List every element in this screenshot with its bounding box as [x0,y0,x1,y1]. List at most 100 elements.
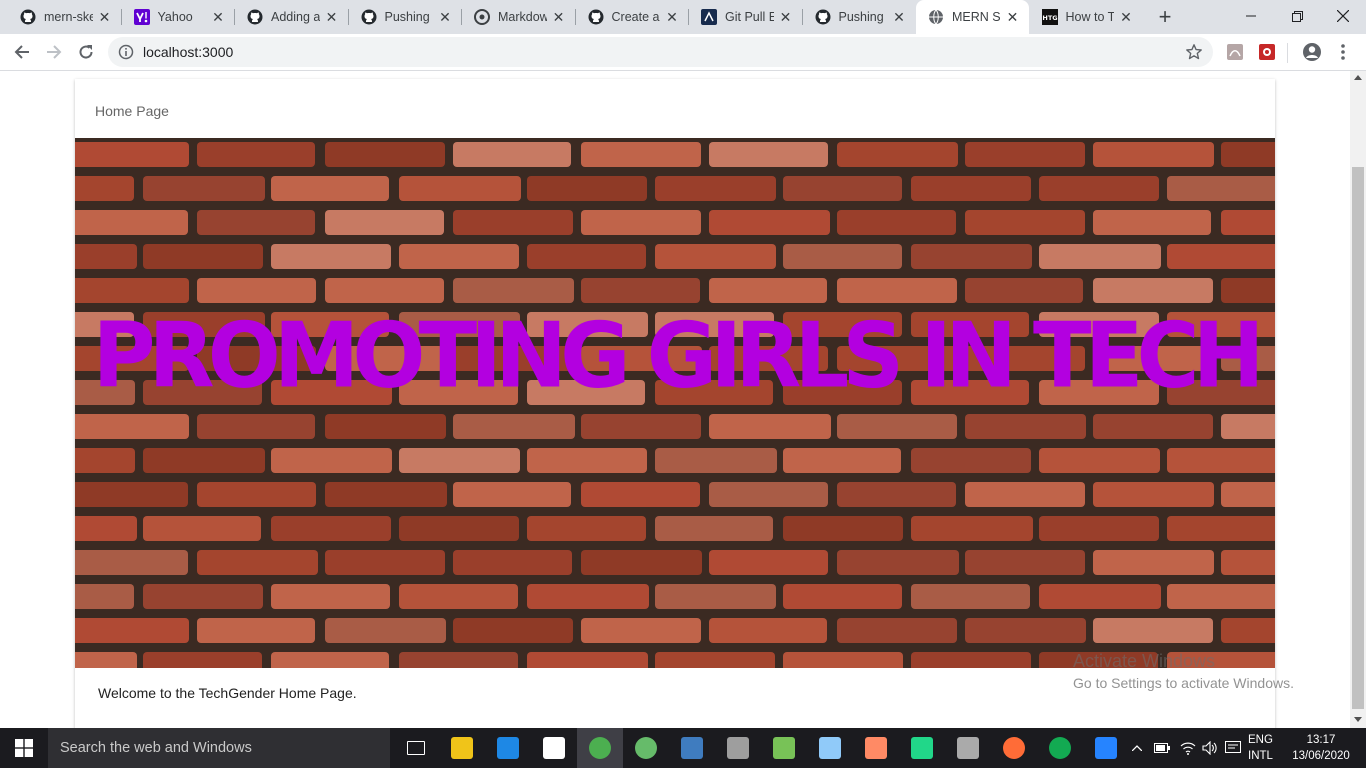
language-indicator[interactable]: ENG INTL [1248,732,1273,764]
tab-strip: mern-ske ✕ Yahoo ✕ Adding a ✕ Pushing ✕ Markdow ✕… [0,0,1366,34]
browser-tab[interactable]: Create a ✕ [576,0,689,34]
scroll-up-arrow-icon[interactable] [1354,75,1362,80]
arrow-right-icon [47,45,62,59]
browser-tab[interactable]: Git Pull E ✕ [689,0,802,34]
close-tab-icon[interactable]: ✕ [1005,9,1021,25]
taskbar-app-android-studio[interactable] [761,728,807,768]
restore-button[interactable] [1274,0,1320,32]
minimize-button[interactable] [1228,0,1274,32]
close-window-button[interactable] [1320,0,1366,32]
taskbar-app-edge[interactable] [485,728,531,768]
tab-separator [461,9,462,25]
taskbar-app-postman[interactable] [991,728,1037,768]
taskbar-app-mongodb-compass[interactable] [1037,728,1083,768]
browser-tab[interactable]: mern-ske ✕ [8,0,121,34]
pdf-extension-icon[interactable] [1226,43,1244,61]
taskbar-app-virtualbox[interactable] [807,728,853,768]
close-tab-icon[interactable]: ✕ [210,9,226,25]
browser-toolbar: localhost:3000 [0,34,1366,71]
system-clock[interactable]: 13:17 13/06/2020 [1290,732,1352,764]
menu-kebab-icon[interactable] [1336,43,1350,61]
browser-tab[interactable]: Markdow ✕ [462,0,575,34]
close-tab-icon[interactable]: ✕ [551,9,567,25]
close-tab-icon[interactable]: ✕ [97,9,113,25]
chevron-up-icon [1132,745,1142,751]
activate-windows-watermark: Activate Windows Go to Settings to activ… [1073,651,1294,691]
close-tab-icon[interactable]: ✕ [437,9,453,25]
hero-banner: PROMOTING GIRLS IN TECH [75,138,1275,668]
network-button[interactable] [1178,728,1198,768]
taskbar-search-box[interactable]: Search the web and Windows [48,728,390,768]
hero-headline: PROMOTING GIRLS IN TECH [92,303,1264,409]
page-title[interactable]: Home Page [95,103,169,119]
tab-title: Pushing [384,10,430,24]
address-bar[interactable]: localhost:3000 [108,37,1213,67]
chrome-icon [589,737,611,759]
close-tab-icon[interactable]: ✕ [1118,9,1134,25]
close-tab-icon[interactable]: ✕ [324,9,340,25]
bookmark-star-icon[interactable] [1185,43,1203,61]
info-icon[interactable] [118,44,134,60]
profile-avatar-icon[interactable] [1302,42,1322,62]
close-tab-icon[interactable]: ✕ [778,9,794,25]
wifi-icon [1180,742,1196,755]
restore-icon [1291,10,1303,22]
notifications-button[interactable] [1222,728,1244,768]
github-icon [815,9,831,25]
scrollbar-thumb[interactable] [1352,167,1364,709]
tray-overflow-button[interactable] [1128,728,1146,768]
watermark-subtitle: Go to Settings to activate Windows. [1073,675,1294,691]
forward-button[interactable] [40,38,68,66]
media-player-icon [865,737,887,759]
markdown-icon [474,9,490,25]
battery-button[interactable] [1152,728,1172,768]
browser-tab[interactable]: MERN Sk ✕ [916,0,1029,34]
vertical-scrollbar[interactable] [1350,71,1366,728]
atlassian-icon [701,9,717,25]
back-button[interactable] [8,38,36,66]
mongodb-compass-icon [1049,737,1071,759]
taskbar-app-file-explorer[interactable] [439,728,485,768]
taskbar-app-chrome[interactable] [577,728,623,768]
tab-separator [688,9,689,25]
taskbar-app-store[interactable] [531,728,577,768]
close-tab-icon[interactable]: ✕ [664,9,680,25]
url-text[interactable]: localhost:3000 [143,44,233,60]
toolbar-divider [1287,43,1288,63]
start-button[interactable] [0,728,48,768]
globe-icon [928,9,944,25]
scroll-down-arrow-icon[interactable] [1354,717,1362,722]
minimize-icon [1246,15,1256,17]
extension-icon[interactable] [1258,43,1276,61]
browser-tab[interactable]: Yahoo ✕ [122,0,235,34]
atom-icon [635,737,657,759]
battery-icon [1154,743,1170,753]
close-tab-icon[interactable]: ✕ [891,9,907,25]
tab-title: Yahoo [157,10,193,24]
page-viewport: Home Page PROMOTING GIRLS IN TECH Welcom… [0,71,1350,728]
taskbar-app-task-view[interactable] [393,728,439,768]
clock-date: 13/06/2020 [1292,750,1350,762]
browser-tab[interactable]: HTG How to T ✕ [1030,0,1143,34]
browser-tab[interactable]: Pushing ✕ [349,0,462,34]
reload-button[interactable] [72,38,100,66]
taskbar-app-media-player[interactable] [853,728,899,768]
store-icon [543,737,565,759]
taskbar-app-pycharm[interactable] [899,728,945,768]
pycharm-icon [911,737,933,759]
content-card: Home Page PROMOTING GIRLS IN TECH Welcom… [75,79,1275,728]
tab-title: Pushing y [838,10,888,24]
new-tab-button[interactable]: + [1152,4,1178,30]
taskbar-app-terminal[interactable] [715,728,761,768]
welcome-text: Welcome to the TechGender Home Page. [98,685,357,701]
taskbar-app-cmd[interactable] [945,728,991,768]
browser-tab[interactable]: Pushing y✕ [803,0,916,34]
taskbar-app-sourcetree[interactable] [1083,728,1129,768]
github-icon [20,9,36,25]
taskbar-app-atom[interactable] [623,728,669,768]
browser-tab[interactable]: Adding a ✕ [235,0,348,34]
volume-button[interactable] [1200,728,1220,768]
taskbar-app-python[interactable] [669,728,715,768]
tab-title: mern-ske [44,10,93,24]
reload-icon [79,45,93,59]
